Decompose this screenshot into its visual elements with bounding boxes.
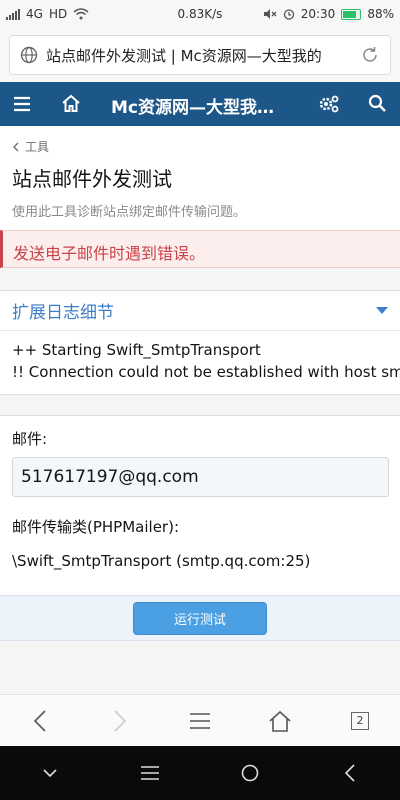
address-bar[interactable]: 站点邮件外发测试 | Mc资源网—大型我的 xyxy=(9,35,391,75)
settings-icon[interactable] xyxy=(318,94,340,114)
menu-icon[interactable] xyxy=(13,96,31,112)
browser-toolbar: 站点邮件外发测试 | Mc资源网—大型我的 xyxy=(0,28,400,82)
main-content: 工具 站点邮件外发测试 使用此工具诊断站点绑定邮件传输问题。 发送电子邮件时遇到… xyxy=(0,126,400,694)
home-outline-icon xyxy=(269,710,291,732)
log-toggle[interactable]: 扩展日志细节 xyxy=(0,291,400,331)
reload-icon[interactable] xyxy=(360,45,380,65)
forward-button[interactable] xyxy=(80,695,160,747)
log-header-label: 扩展日志细节 xyxy=(12,303,114,323)
network-speed: 0.83K/s xyxy=(177,7,223,21)
status-bar: 4G HD 0.83K/s 20:30 88% xyxy=(0,0,400,28)
chevron-down-icon xyxy=(43,769,57,777)
system-menu-button[interactable] xyxy=(100,746,200,800)
error-message: 发送电子邮件时遇到错误。 xyxy=(0,230,400,268)
email-label: 邮件: xyxy=(12,430,48,448)
menu-lines-icon xyxy=(141,766,159,780)
caret-down-icon xyxy=(376,307,388,314)
hamburger-icon xyxy=(190,712,210,729)
back-button[interactable] xyxy=(0,695,80,747)
log-line: ++ Starting Swift_SmtpTransport xyxy=(12,341,261,359)
system-hide-button[interactable] xyxy=(0,746,100,800)
home-icon[interactable] xyxy=(61,94,81,113)
page-header: 工具 站点邮件外发测试 使用此工具诊断站点绑定邮件传输问题。 xyxy=(0,126,400,230)
circle-home-icon xyxy=(241,764,259,782)
tab-count: 2 xyxy=(351,711,369,730)
site-navbar: Mc资源网—大型我… xyxy=(0,82,400,126)
transport-label: 邮件传输类(PHPMailer): xyxy=(12,518,179,536)
breadcrumb[interactable]: 工具 xyxy=(12,138,388,155)
back-icon xyxy=(345,764,355,782)
submit-row: 运行测试 xyxy=(0,595,400,641)
email-test-form: 邮件: 邮件传输类(PHPMailer): \Swift_SmtpTranspo… xyxy=(0,415,400,595)
log-lines: ++ Starting Swift_SmtpTransport !! Conne… xyxy=(0,331,400,391)
log-line: !! Connection could not be established w… xyxy=(12,363,400,381)
breadcrumb-link[interactable]: 工具 xyxy=(25,138,49,155)
globe-icon xyxy=(20,46,38,64)
run-test-button[interactable]: 运行测试 xyxy=(133,601,267,635)
system-back-button[interactable] xyxy=(300,746,400,800)
browser-home-button[interactable] xyxy=(240,695,320,747)
page-title: 站点邮件外发测试 xyxy=(12,167,172,191)
browser-menu-button[interactable] xyxy=(160,695,240,747)
log-panel: 扩展日志细节 ++ Starting Swift_SmtpTransport !… xyxy=(0,290,400,395)
chevron-left-icon xyxy=(12,141,19,152)
url-text: 站点邮件外发测试 | Mc资源网—大型我的 xyxy=(46,46,322,65)
page-description: 使用此工具诊断站点绑定邮件传输问题。 xyxy=(12,205,247,220)
battery-icon xyxy=(341,8,362,20)
email-input[interactable] xyxy=(12,457,389,497)
site-title[interactable]: Mc资源网—大型我… xyxy=(111,93,274,118)
browser-bottom-bar: 2 xyxy=(0,694,400,746)
back-arrow-icon xyxy=(34,709,46,732)
forward-arrow-icon xyxy=(114,709,126,732)
transport-value: \Swift_SmtpTransport (smtp.qq.com:25) xyxy=(12,552,311,570)
search-icon[interactable] xyxy=(368,94,387,113)
tabs-button[interactable]: 2 xyxy=(320,695,400,747)
system-nav-bar xyxy=(0,746,400,800)
system-home-button[interactable] xyxy=(200,746,300,800)
